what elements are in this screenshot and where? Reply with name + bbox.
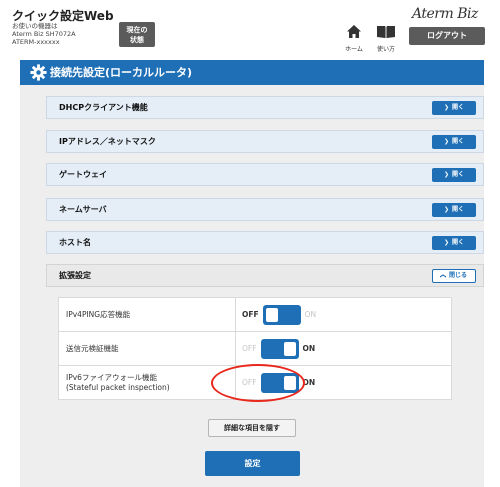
manual-label: 使い方 — [376, 46, 395, 53]
open-button-label: 開く — [452, 171, 465, 178]
section-ip-netmask[interactable]: IPアドレス／ネットマスク ❯ 開く — [46, 130, 484, 153]
open-button[interactable]: ❯ 開く — [432, 101, 476, 115]
gear-icon — [30, 64, 47, 81]
open-button-label: 開く — [452, 239, 465, 246]
current-status-label: 現在の状態 — [126, 26, 148, 44]
off-label: OFF — [242, 344, 257, 353]
section-dhcp-client[interactable]: DHCPクライアント機能 ❯ 開く — [46, 96, 484, 119]
close-button[interactable]: ❯ 閉じる — [432, 269, 476, 283]
setting-label: IPv4PING応答機能 — [58, 297, 236, 332]
off-label: OFF — [242, 310, 259, 319]
device-info: お使いの機器は Aterm Biz SH7072A ATERM-xxxxxx — [12, 22, 76, 46]
home-icon — [347, 25, 361, 38]
section-label: ネームサーバ — [59, 205, 107, 214]
section-label: DHCPクライアント機能 — [59, 103, 148, 112]
close-button-label: 閉じる — [449, 272, 468, 279]
highlight-annotation — [211, 364, 305, 402]
header: クイック設定Web お使いの機器は Aterm Biz SH7072A ATER… — [0, 0, 500, 53]
setting-label: IPv6ファイアウォール機能 — [66, 372, 157, 382]
section-label: IPアドレス／ネットマスク — [59, 137, 156, 146]
switch-track[interactable] — [260, 338, 299, 359]
section-hostname[interactable]: ホスト名 ❯ 開く — [46, 231, 484, 254]
logout-button[interactable]: ログアウト — [409, 27, 485, 45]
manual-link[interactable]: 使い方 — [372, 24, 400, 53]
chevron-down-icon: ❯ — [443, 206, 449, 213]
setting-label-cell: IPv6ファイアウォール機能 (Stateful packet inspecti… — [58, 365, 236, 400]
chevron-down-icon: ❯ — [443, 138, 449, 145]
device-name: ATERM-xxxxxx — [12, 38, 60, 46]
hide-details-button[interactable]: 詳細な項目を隠す — [208, 419, 296, 437]
device-info-line: お使いの機器は — [12, 22, 58, 30]
setting-sublabel: (Stateful packet inspection) — [66, 382, 170, 392]
open-button[interactable]: ❯ 開く — [432, 203, 476, 217]
open-button[interactable]: ❯ 開く — [432, 236, 476, 250]
brand-logo: Aterm Biz — [412, 6, 478, 22]
source-validation-switch[interactable]: OFF ON — [242, 338, 316, 359]
current-status-button[interactable]: 現在の状態 — [119, 22, 155, 47]
section-label: 拡張設定 — [59, 271, 91, 280]
home-label: ホーム — [345, 46, 363, 53]
chevron-down-icon: ❯ — [443, 239, 449, 246]
panel-title-text: 接続先設定(ローカルルータ) — [50, 66, 193, 79]
section-label: ホスト名 — [59, 238, 91, 247]
open-button[interactable]: ❯ 開く — [432, 135, 476, 149]
on-label: ON — [304, 310, 317, 319]
open-button-label: 開く — [452, 138, 465, 145]
ipv4-ping-switch[interactable]: OFF ON — [242, 304, 317, 325]
section-name-server[interactable]: ネームサーバ ❯ 開く — [46, 198, 484, 221]
open-button[interactable]: ❯ 開く — [432, 168, 476, 182]
setting-label: 送信元検証機能 — [58, 331, 236, 366]
setting-value: OFF ON — [235, 331, 452, 366]
switch-knob[interactable] — [265, 307, 278, 322]
book-icon — [377, 26, 395, 38]
chevron-down-icon: ❯ — [443, 171, 449, 178]
home-link[interactable]: ホーム — [342, 24, 366, 53]
section-gateway[interactable]: ゲートウェイ ❯ 開く — [46, 163, 484, 186]
chevron-up-icon: ❯ — [439, 273, 447, 279]
section-advanced[interactable]: 拡張設定 ❯ 閉じる — [46, 264, 484, 287]
section-label: ゲートウェイ — [59, 170, 107, 179]
setting-row-ipv4-ping: IPv4PING応答機能 OFF ON — [58, 297, 452, 332]
setting-value: OFF ON — [235, 297, 452, 332]
apply-button[interactable]: 設定 — [205, 451, 300, 476]
on-label: ON — [302, 344, 316, 353]
open-button-label: 開く — [452, 104, 465, 111]
panel-title: 接続先設定(ローカルルータ) — [20, 60, 484, 85]
switch-track[interactable] — [262, 304, 301, 325]
open-button-label: 開く — [452, 206, 465, 213]
setting-row-source-validation: 送信元検証機能 OFF ON — [58, 331, 452, 366]
chevron-down-icon: ❯ — [443, 104, 449, 111]
switch-knob[interactable] — [283, 341, 296, 356]
device-model: Aterm Biz SH7072A — [12, 30, 76, 38]
